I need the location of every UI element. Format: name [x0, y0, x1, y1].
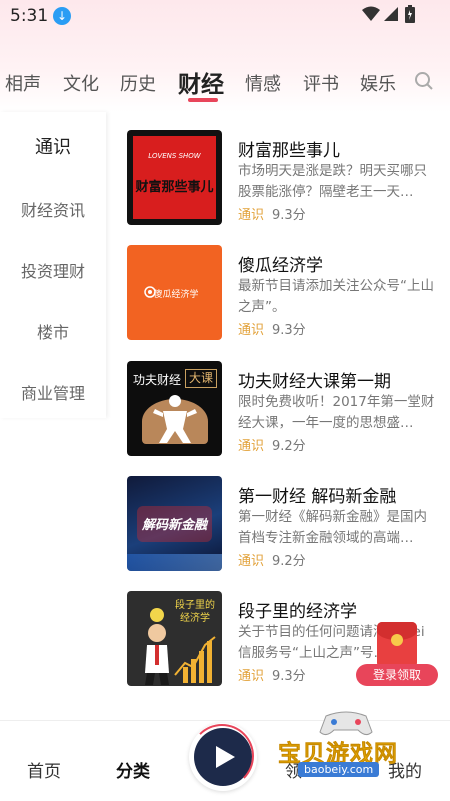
tab-lishi[interactable]: 历史	[120, 70, 156, 96]
list-item[interactable]: 功夫财经 大课 功夫财经大课第一期 限时免费收听！2017年第一堂财经大课，一年…	[126, 359, 446, 459]
list-item[interactable]: LOVENS SHOW 财富那些事儿 财富那些事儿 市场明天是涨是跌？明天买哪只…	[126, 128, 446, 228]
program-description: 限时免费收听！2017年第一堂财经大课，一年一度的思想盛…	[238, 394, 435, 431]
cover-title: 财富那些事儿	[135, 180, 214, 195]
sidebar-item-loushi[interactable]: 楼市	[0, 319, 106, 343]
program-tag: 通识	[238, 323, 265, 338]
program-score: 9.3分	[272, 208, 306, 223]
program-tag: 通识	[238, 669, 265, 684]
program-cover: 解码新金融	[127, 476, 222, 571]
program-cover: 傻瓜经济学	[127, 245, 222, 340]
cover-title: 傻瓜经济学	[153, 290, 199, 300]
program-title: 功夫财经大课第一期	[238, 372, 391, 392]
program-title: 傻瓜经济学	[238, 256, 323, 276]
program-cover: LOVENS SHOW 财富那些事儿	[127, 130, 222, 225]
kungfu-figure-icon	[153, 395, 197, 443]
status-bar: 5:31 ↓	[0, 0, 450, 32]
program-tag: 通识	[238, 554, 265, 569]
red-envelope-icon	[377, 622, 417, 668]
login-reward-button[interactable]: 登录领取	[356, 664, 438, 686]
tab-wenhua[interactable]: 文化	[63, 70, 99, 96]
status-time: 5:31	[10, 6, 49, 26]
list-item[interactable]: 解码新金融 第一财经 解码新金融 第一财经《解码新金融》是国内首档专注新金融领域…	[126, 474, 446, 574]
tab-yule[interactable]: 娱乐	[360, 70, 396, 96]
program-description: 第一财经《解码新金融》是国内首档专注新金融领域的高端…	[238, 509, 427, 546]
sidebar-item-shangyeguanli[interactable]: 商业管理	[0, 380, 106, 404]
program-title: 第一财经 解码新金融	[238, 487, 397, 507]
download-icon: ↓	[53, 7, 71, 25]
cover-sublabel: LOVENS SHOW	[148, 152, 201, 160]
tab-caijing[interactable]: 财经	[178, 65, 224, 99]
program-score: 9.2分	[272, 554, 306, 569]
progress-ring	[190, 724, 254, 788]
cover-badge: 大课	[185, 369, 217, 388]
list-item[interactable]: 傻瓜经济学 傻瓜经济学 最新节目请添加关注公众号“上山之声”。 通识 9.3分	[126, 243, 446, 343]
tab-pingshu[interactable]: 评书	[303, 70, 339, 96]
program-score: 9.2分	[272, 439, 306, 454]
battery-icon	[405, 5, 415, 23]
nav-home[interactable]: 首页	[27, 757, 61, 782]
nav-category[interactable]: 分类	[116, 757, 150, 782]
program-tag: 通识	[238, 439, 265, 454]
cartoon-man-icon	[145, 608, 216, 685]
program-cover: 功夫财经 大课	[127, 361, 222, 456]
tab-xiangsheng[interactable]: 相声	[5, 70, 41, 96]
program-cover: 段子里的经济学	[127, 591, 222, 686]
sidebar: 通识 财经资讯 投资理财 楼市 商业管理	[0, 112, 106, 418]
program-score: 9.3分	[272, 669, 306, 684]
program-description: 市场明天是涨是跌？明天买哪只股票能涨停？隔壁老王一天…	[238, 163, 427, 200]
sidebar-item-tongshi[interactable]: 通识	[0, 133, 106, 159]
program-description: 最新节目请添加关注公众号“上山之声”。	[238, 278, 434, 315]
sidebar-item-caijingzixun[interactable]: 财经资讯	[0, 197, 106, 221]
sidebar-item-touzilicai[interactable]: 投资理财	[0, 258, 106, 282]
tab-qinggan[interactable]: 情感	[245, 70, 281, 96]
search-icon[interactable]	[414, 71, 434, 91]
program-tag: 通识	[238, 208, 265, 223]
program-title: 段子里的经济学	[238, 602, 357, 622]
login-reward-promo[interactable]: 登录领取	[356, 620, 438, 688]
category-tabs: 相声 文化 历史 财经 情感 评书 娱乐	[0, 62, 450, 102]
watermark-url: baobeiy.com	[298, 762, 380, 777]
program-title: 财富那些事儿	[238, 141, 340, 161]
player-button[interactable]	[189, 723, 257, 791]
wifi-icon	[362, 6, 380, 21]
program-score: 9.3分	[272, 323, 306, 338]
site-watermark: 宝贝游戏网 baobeiy.com	[276, 706, 446, 784]
cover-title: 功夫财经	[133, 373, 182, 387]
cell-signal-icon	[384, 7, 398, 21]
active-tab-indicator	[188, 98, 218, 102]
cover-title: 解码新金融	[141, 518, 207, 533]
